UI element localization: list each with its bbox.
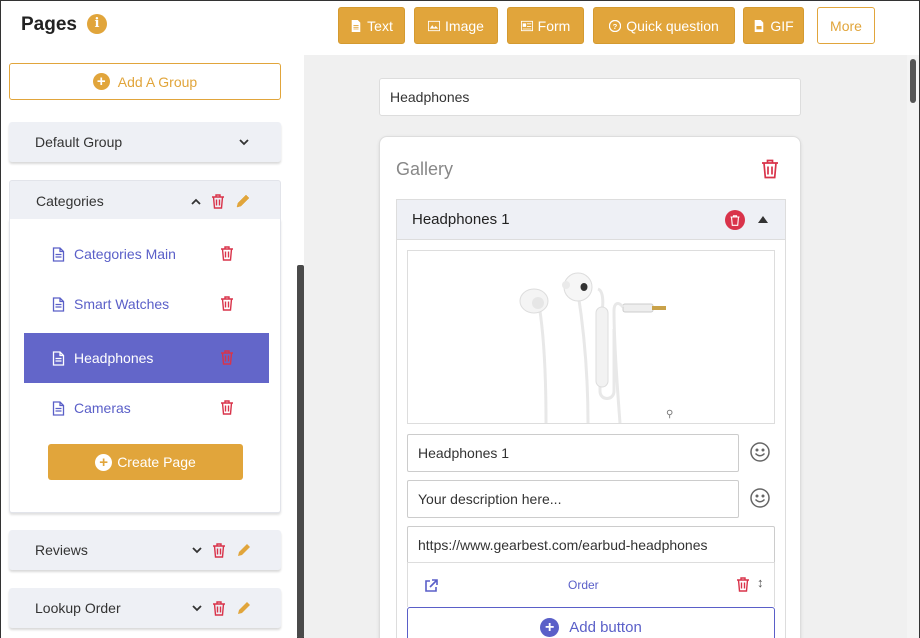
sidebar-scrollbar[interactable]	[297, 265, 304, 638]
form-button-label: Form	[537, 17, 571, 34]
trash-icon[interactable]	[220, 400, 234, 415]
group-name: Default Group	[35, 134, 123, 150]
gif-file-icon	[755, 19, 764, 32]
more-button-label: More	[830, 17, 862, 34]
add-group-button[interactable]: + Add A Group	[9, 63, 281, 100]
add-quick-question-button[interactable]: ? Quick question	[593, 7, 735, 44]
main-scrollbar[interactable]	[907, 55, 919, 638]
chevron-down-icon[interactable]	[192, 546, 202, 554]
page-item-label: Smart Watches	[74, 296, 170, 312]
trash-icon[interactable]	[212, 542, 226, 558]
add-group-label: Add A Group	[117, 73, 198, 90]
trash-icon[interactable]	[220, 350, 234, 365]
reorder-handle-icon[interactable]: ↕	[757, 575, 764, 590]
page-item-headphones[interactable]: Headphones	[24, 333, 269, 383]
trash-icon[interactable]	[212, 600, 226, 616]
caret-up-icon[interactable]	[758, 216, 768, 223]
add-button-label: Add button	[569, 618, 642, 636]
text-button-label: Text	[367, 17, 393, 34]
add-button-button[interactable]: + Add button	[407, 607, 775, 638]
emoji-picker-icon[interactable]	[750, 488, 770, 508]
external-link-icon[interactable]	[424, 579, 438, 593]
info-icon[interactable]: i	[87, 14, 107, 34]
gallery-item-button-row[interactable]: Order ↕	[407, 562, 775, 607]
more-button[interactable]: More	[817, 7, 875, 44]
create-page-label: Create Page	[117, 454, 196, 470]
gallery-item-url-input[interactable]: https://www.gearbest.com/earbud-headphon…	[407, 526, 775, 564]
plus-circle-icon: +	[540, 617, 560, 637]
pencil-icon[interactable]	[236, 543, 251, 558]
headphones-image	[519, 272, 666, 424]
group-reviews[interactable]: Reviews	[9, 530, 281, 570]
group-name: Lookup Order	[35, 600, 121, 616]
group-name: Categories	[36, 193, 104, 209]
document-icon	[52, 296, 65, 312]
page-item-cameras[interactable]: Cameras	[24, 383, 269, 433]
svg-text:?: ?	[613, 22, 618, 31]
add-gif-button[interactable]: GIF	[743, 7, 804, 44]
image-icon	[428, 20, 441, 31]
file-text-icon	[351, 19, 361, 32]
form-icon	[520, 20, 533, 31]
add-image-button[interactable]: Image	[414, 7, 498, 44]
create-page-button[interactable]: + Create Page	[48, 444, 243, 480]
page-item-label: Headphones	[74, 350, 154, 366]
page-title: Pages	[21, 14, 77, 35]
group-lookup-order[interactable]: Lookup Order	[9, 588, 281, 628]
gallery-item: Headphones 1 ⚲ Headphones 1 Your descrip…	[396, 199, 786, 638]
add-form-button[interactable]: Form	[507, 7, 584, 44]
trash-icon[interactable]	[220, 246, 234, 261]
gallery-card: Gallery Headphones 1 ⚲ Headphones 1 Your…	[379, 136, 801, 638]
page-item-smart-watches[interactable]: Smart Watches	[24, 279, 269, 329]
gif-button-label: GIF	[770, 17, 794, 34]
gallery-item-image[interactable]: ⚲	[407, 250, 775, 424]
sidebar: + Add A Group Default Group Categories C…	[1, 55, 297, 638]
document-icon	[52, 350, 65, 366]
trash-icon[interactable]	[220, 296, 234, 311]
gallery-item-title-input[interactable]: Headphones 1	[407, 434, 739, 472]
emoji-picker-icon[interactable]	[750, 442, 770, 462]
image-button-label: Image	[445, 17, 484, 34]
chevron-up-icon[interactable]	[191, 198, 201, 205]
gallery-title: Gallery	[396, 159, 454, 179]
plus-circle-icon: +	[92, 73, 110, 90]
gallery-item-title: Headphones 1	[412, 211, 510, 228]
chevron-down-icon[interactable]	[192, 604, 202, 612]
zoom-icon[interactable]: ⚲	[666, 409, 673, 420]
page-item-label: Categories Main	[74, 246, 176, 262]
categories-page-list: Categories Main Smart Watches Headphones…	[9, 219, 281, 513]
question-circle-icon: ?	[609, 19, 622, 32]
trash-icon[interactable]	[736, 577, 750, 592]
page-name-input[interactable]: Headphones	[379, 78, 801, 116]
page-editor: Headphones Gallery Headphones 1 ⚲ Headph…	[304, 55, 907, 638]
button-label[interactable]: Order	[568, 578, 599, 592]
quick-question-button-label: Quick question	[626, 17, 719, 34]
gallery-item-description-input[interactable]: Your description here...	[407, 480, 739, 518]
group-name: Reviews	[35, 542, 88, 558]
pencil-icon[interactable]	[235, 194, 250, 209]
top-toolbar: Pages i Text Image Form ? Quick question…	[1, 1, 919, 55]
group-categories[interactable]: Categories	[9, 180, 281, 220]
page-item-categories-main[interactable]: Categories Main	[24, 229, 269, 279]
pencil-icon[interactable]	[236, 601, 251, 616]
chevron-down-icon[interactable]	[239, 138, 249, 146]
trash-icon[interactable]	[761, 159, 779, 179]
gallery-item-header[interactable]: Headphones 1	[397, 200, 785, 240]
plus-circle-icon: +	[95, 453, 113, 471]
delete-circle-icon[interactable]	[725, 210, 745, 230]
document-icon	[52, 400, 65, 416]
trash-icon[interactable]	[211, 193, 225, 209]
document-icon	[52, 246, 65, 262]
add-text-button[interactable]: Text	[338, 7, 405, 44]
page-item-label: Cameras	[74, 400, 131, 416]
group-default[interactable]: Default Group	[9, 122, 281, 162]
